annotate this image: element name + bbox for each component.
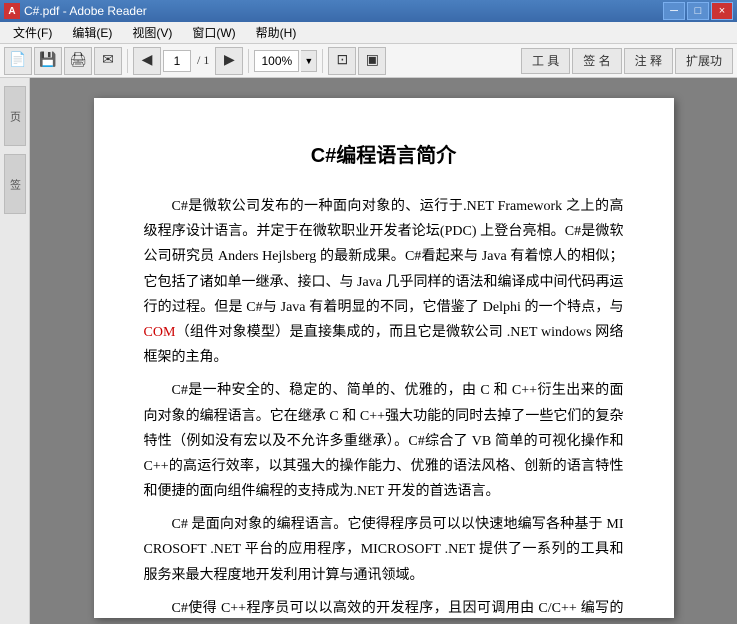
zoom-dropdown[interactable]: ▼ bbox=[301, 50, 317, 72]
window-controls: ─ □ × bbox=[663, 2, 733, 20]
menu-file[interactable]: 文件(F) bbox=[4, 21, 61, 44]
tb-fit-button[interactable]: ⊡ bbox=[328, 47, 356, 75]
tb-separator-2 bbox=[248, 49, 249, 73]
menu-bar: 文件(F) 编辑(E) 视图(V) 窗口(W) 帮助(H) bbox=[0, 22, 737, 44]
pdf-paragraph-1: C#是微软公司发布的一种面向对象的、运行于.NET Framework 之上的高… bbox=[144, 194, 624, 370]
tb-separator-3 bbox=[322, 49, 323, 73]
main-layout: 页 签 C#编程语言简介 C#是微软公司发布的一种面向对象的、运行于.NET F… bbox=[0, 78, 737, 624]
menu-edit[interactable]: 编辑(E) bbox=[63, 21, 121, 44]
pdf-paragraph-3: C# 是面向对象的编程语言。它使得程序员可以以快速地编写各种基于 MICROSO… bbox=[144, 512, 624, 588]
close-button[interactable]: × bbox=[711, 2, 733, 20]
title-bar-left: A C#.pdf - Adobe Reader bbox=[4, 3, 147, 19]
sidebar: 页 签 bbox=[0, 78, 30, 624]
tb-tools-button[interactable]: 工 具 bbox=[521, 48, 570, 74]
pdf-area[interactable]: C#编程语言简介 C#是微软公司发布的一种面向对象的、运行于.NET Frame… bbox=[30, 78, 737, 624]
menu-view[interactable]: 视图(V) bbox=[123, 21, 181, 44]
sidebar-bookmarks-btn[interactable]: 签 bbox=[4, 154, 26, 214]
maximize-button[interactable]: □ bbox=[687, 2, 709, 20]
tb-email-button[interactable]: ✉ bbox=[94, 47, 122, 75]
tb-next-button[interactable]: ▶ bbox=[215, 47, 243, 75]
tb-select-button[interactable]: ▣ bbox=[358, 47, 386, 75]
menu-window[interactable]: 窗口(W) bbox=[183, 21, 244, 44]
page-total: / 1 bbox=[193, 53, 213, 68]
minimize-button[interactable]: ─ bbox=[663, 2, 685, 20]
zoom-input[interactable] bbox=[254, 50, 299, 72]
pdf-page: C#编程语言简介 C#是微软公司发布的一种面向对象的、运行于.NET Frame… bbox=[94, 98, 674, 618]
window-title: C#.pdf - Adobe Reader bbox=[24, 4, 147, 18]
toolbar: 📄 💾 🖨 ✉ ◀ 1 / 1 ▶ ▼ ⊡ ▣ 工 具 签 名 注 释 扩展功 bbox=[0, 44, 737, 78]
tb-separator-1 bbox=[127, 49, 128, 73]
page-number-input[interactable]: 1 bbox=[163, 50, 191, 72]
tb-comment-button[interactable]: 注 释 bbox=[624, 48, 673, 74]
sidebar-pages-btn[interactable]: 页 bbox=[4, 86, 26, 146]
tb-prev-button[interactable]: ◀ bbox=[133, 47, 161, 75]
tb-sign-button[interactable]: 签 名 bbox=[572, 48, 621, 74]
tb-open-button[interactable]: 📄 bbox=[4, 47, 32, 75]
highlight-com: COM bbox=[144, 325, 176, 340]
menu-help[interactable]: 帮助(H) bbox=[247, 21, 306, 44]
tb-print-button[interactable]: 🖨 bbox=[64, 47, 92, 75]
pdf-title: C#编程语言简介 bbox=[144, 138, 624, 174]
tb-save-button[interactable]: 💾 bbox=[34, 47, 62, 75]
title-bar: A C#.pdf - Adobe Reader ─ □ × bbox=[0, 0, 737, 22]
app-icon: A bbox=[4, 3, 20, 19]
pdf-paragraph-4: C#使得 C++程序员可以以高效的开发程序，且因可调用由 C/C++ 编写的本机… bbox=[144, 596, 624, 624]
pdf-paragraph-2: C#是一种安全的、稳定的、简单的、优雅的，由 C 和 C++衍生出来的面向对象的… bbox=[144, 378, 624, 504]
tb-expand-button[interactable]: 扩展功 bbox=[675, 48, 733, 74]
